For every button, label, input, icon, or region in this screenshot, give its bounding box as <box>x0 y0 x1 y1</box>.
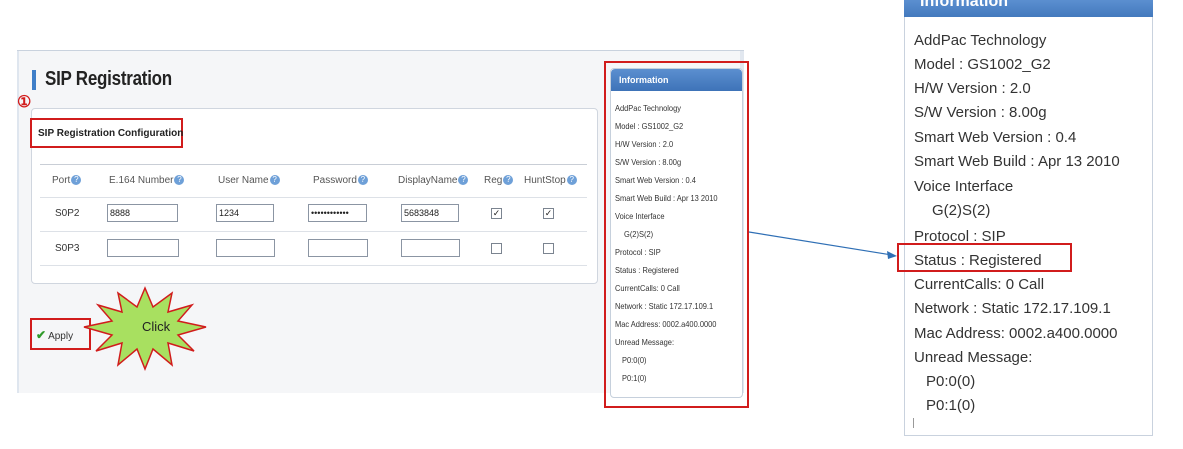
zoom-line-unread: Unread Message: <box>914 349 1033 366</box>
zoom-line-smartweb-version: Smart Web Version : 0.4 <box>914 129 1077 146</box>
zoom-line-port0: P0:0(0) <box>926 373 976 390</box>
connector-line <box>748 231 893 256</box>
zoom-line-sw: S/W Version : 8.00g <box>914 104 1047 121</box>
zoom-line-interface-count: G(2)S(2) <box>932 202 991 219</box>
status-highlight <box>897 243 1072 272</box>
zoom-line-voice-interface: Voice Interface <box>914 178 1014 195</box>
zoom-line-hw: H/W Version : 2.0 <box>914 80 1031 97</box>
zoom-line-port1: P0:1(0) <box>926 397 976 414</box>
arrow-head-icon <box>887 251 897 259</box>
zoom-line-vendor: AddPac Technology <box>914 32 1047 49</box>
zoom-line-mac: Mac Address: 0002.a400.0000 <box>914 325 1118 342</box>
zoom-line-network: Network : Static 172.17.109.1 <box>914 300 1111 317</box>
zoom-cursor-mark <box>913 418 914 428</box>
info-zoom-header-title: Information <box>920 0 1008 10</box>
zoom-line-current-calls: CurrentCalls: 0 Call <box>914 276 1045 293</box>
zoom-line-smartweb-build: Smart Web Build : Apr 13 2010 <box>914 153 1120 170</box>
zoom-line-model: Model : GS1002_G2 <box>914 56 1051 73</box>
